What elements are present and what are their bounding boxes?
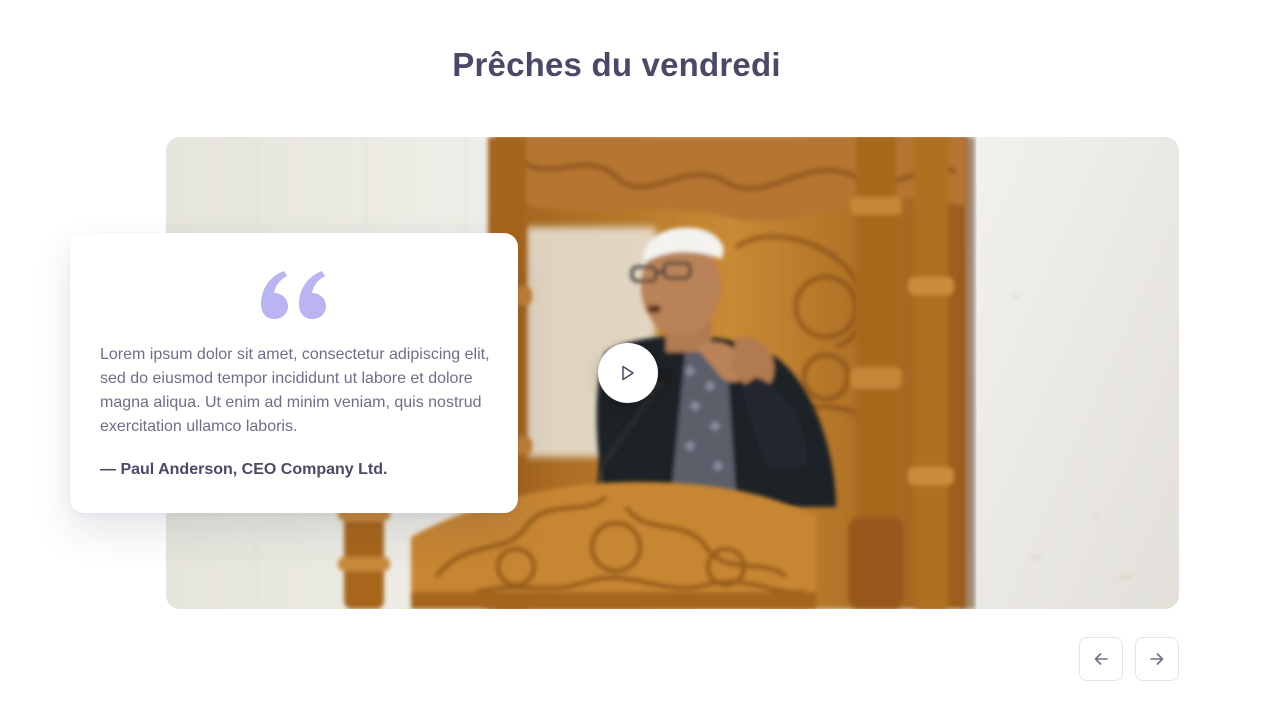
testimonial-text: Lorem ipsum dolor sit amet, consectetur … xyxy=(100,346,490,435)
testimonial-card: Lorem ipsum dolor sit amet, consectetur … xyxy=(70,233,518,513)
quote-icon xyxy=(261,271,326,319)
testimonial-author: — Paul Anderson, CEO Company Ltd. xyxy=(100,461,388,478)
page: Prêches du vendredi Lorem ipsum dolor si… xyxy=(0,0,1269,726)
arrow-right-icon xyxy=(1150,653,1164,665)
section-title: Prêches du vendredi xyxy=(452,46,781,83)
play-icon xyxy=(622,365,634,381)
arrow-left-icon xyxy=(1094,653,1108,665)
previous-button[interactable] xyxy=(1079,637,1123,681)
next-button[interactable] xyxy=(1135,637,1179,681)
play-button[interactable] xyxy=(598,343,658,403)
